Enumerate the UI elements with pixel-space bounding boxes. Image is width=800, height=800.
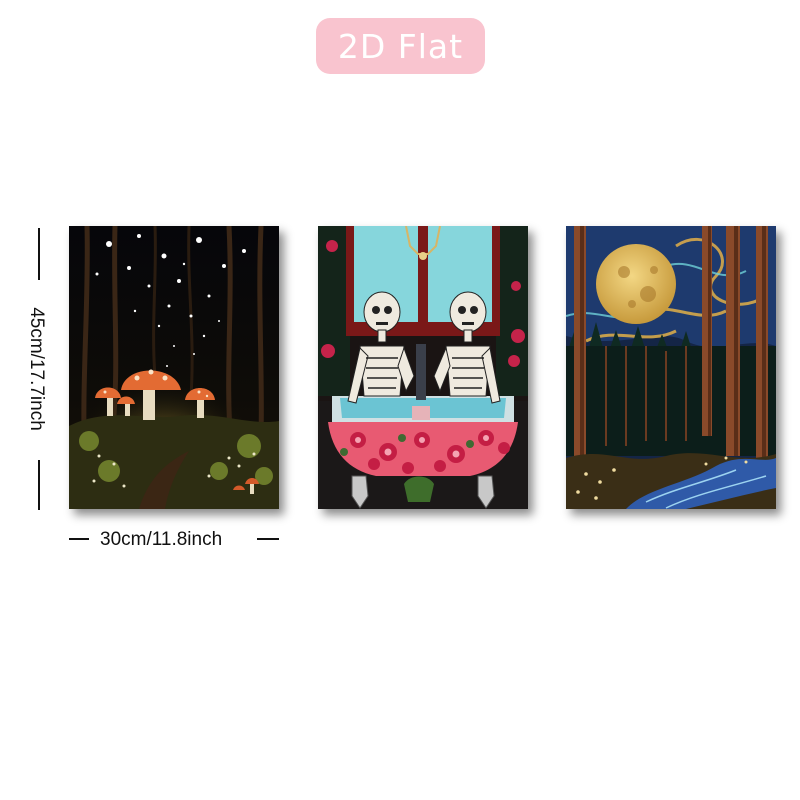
width-dimension-line-left xyxy=(69,538,89,540)
style-badge: 2D Flat xyxy=(316,18,485,74)
height-dimension-line-top xyxy=(38,228,40,280)
skeleton-bathtub-canvas xyxy=(318,226,528,509)
width-dimension-line-right xyxy=(257,538,279,540)
height-dimension-label: 45cm/17.7inch xyxy=(26,307,47,431)
width-dimension-label: 30cm/11.8inch xyxy=(100,529,223,550)
height-dimension-line-bottom xyxy=(38,460,40,510)
moon-forest-canvas xyxy=(566,226,776,509)
mushroom-forest-canvas xyxy=(69,226,279,509)
